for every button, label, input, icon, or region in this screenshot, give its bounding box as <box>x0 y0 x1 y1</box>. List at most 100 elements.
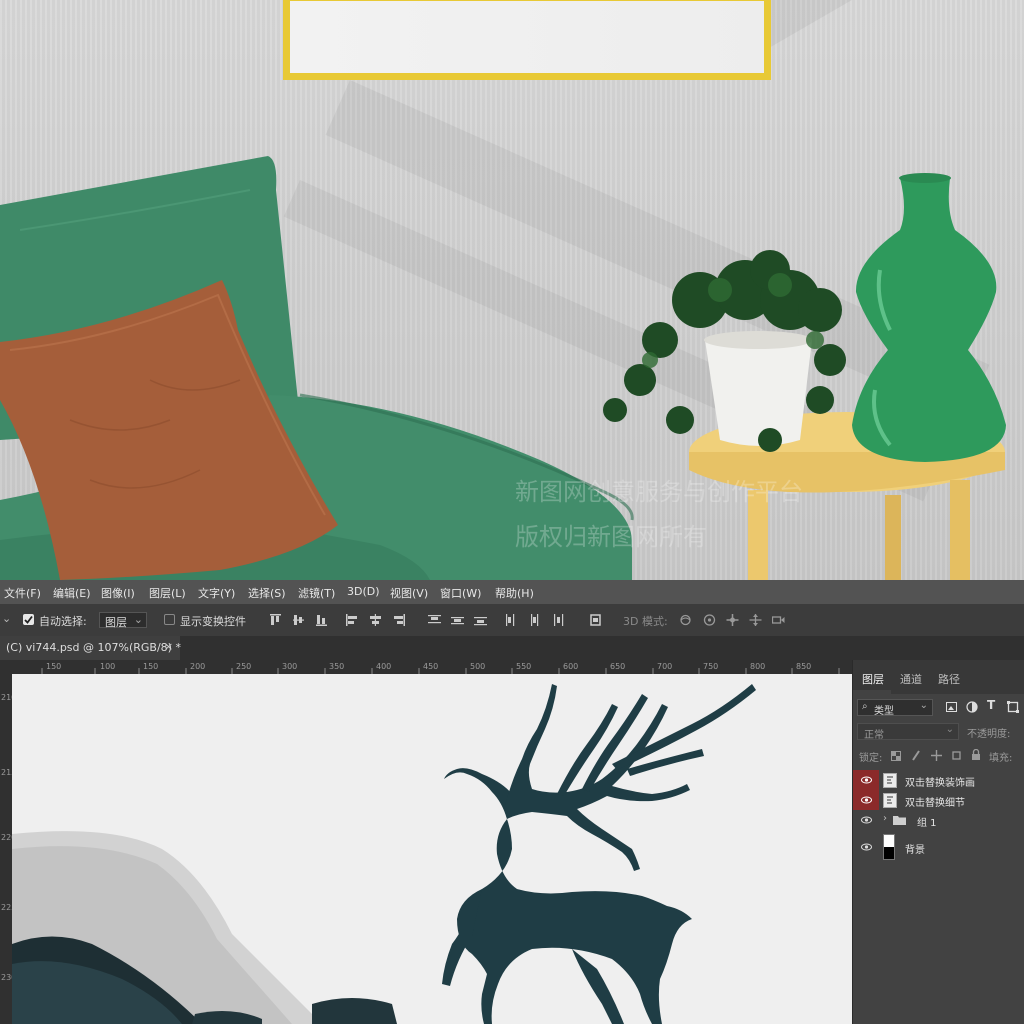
visibility-toggle[interactable] <box>853 770 879 790</box>
lock-artboard-icon[interactable] <box>951 750 962 761</box>
layer-filter-value: 类型 <box>874 706 894 717</box>
lock-position-icon[interactable] <box>931 750 942 761</box>
auto-select-target-value: 图层 <box>105 616 127 629</box>
watermark-line1: 新图网创意服务与创作平台 <box>515 478 803 506</box>
auto-align-layers-icon[interactable] <box>589 614 602 626</box>
lock-transparent-pixels-icon[interactable] <box>891 751 901 761</box>
menu-bar: 文件(F) 编辑(E) 图像(I) 图层(L) 文字(Y) 选择(S) 滤镜(T… <box>0 580 1024 604</box>
ruler-ticks <box>41 668 840 674</box>
tab-layers[interactable]: 图层 <box>862 671 884 687</box>
document-tab[interactable]: (C) vi744.psd @ 107%(RGB/8) * × <box>0 636 181 660</box>
layers-panel: 图层 通道 路径 ⌕ 类型 ⌄ T 正常 ⌄ 不透明度: 锁定: 填充: 双击替… <box>852 660 1024 1024</box>
auto-select-label: 自动选择: <box>39 615 87 628</box>
3d-orbit-icon[interactable] <box>679 614 692 626</box>
close-icon[interactable]: × <box>164 640 173 653</box>
3d-scale-icon[interactable] <box>772 614 785 626</box>
smart-object-thumbnail-icon <box>883 773 897 788</box>
auto-select-checkbox[interactable] <box>23 614 34 625</box>
align-bottom-icon[interactable] <box>315 614 328 626</box>
menu-layer[interactable]: 图层(L) <box>149 585 186 601</box>
eye-icon <box>861 776 872 784</box>
menu-help[interactable]: 帮助(H) <box>495 585 534 601</box>
3d-roll-icon[interactable] <box>703 614 716 626</box>
layer-row[interactable]: 双击替换细节 <box>853 790 1024 810</box>
layer-row[interactable]: 双击替换装饰画 <box>853 770 1024 790</box>
tab-channels[interactable]: 通道 <box>900 671 922 687</box>
eye-icon <box>861 796 872 804</box>
menu-file[interactable]: 文件(F) <box>4 585 41 601</box>
distribute-vertical-center-icon[interactable] <box>451 614 464 626</box>
opacity-label: 不透明度: <box>967 729 1011 740</box>
align-right-icon[interactable] <box>392 614 405 626</box>
fill-label: 填充: <box>989 753 1013 764</box>
layer-name: 背景 <box>905 845 925 856</box>
distribute-horizontal-center-icon[interactable] <box>528 614 541 626</box>
lock-image-pixels-icon[interactable] <box>911 750 921 761</box>
layer-name: 组 1 <box>917 818 937 829</box>
expand-chevron-icon[interactable]: › <box>883 813 887 824</box>
search-icon: ⌕ <box>862 701 868 712</box>
menu-type[interactable]: 文字(Y) <box>198 585 235 601</box>
show-transform-checkbox[interactable] <box>164 614 175 625</box>
smart-object-thumbnail-icon <box>883 793 897 808</box>
watermark-line2: 版权归新图网所有 <box>515 523 707 551</box>
layer-row[interactable]: 背景 <box>853 834 1024 860</box>
filter-type-icon[interactable]: T <box>987 698 995 712</box>
eye-icon <box>861 816 872 824</box>
layer-filter-row: ⌕ 类型 ⌄ T <box>853 698 1024 718</box>
green-vase <box>852 173 1006 462</box>
distribute-right-icon[interactable] <box>551 614 564 626</box>
auto-select-target-dropdown[interactable]: 图层 ⌄ <box>99 612 147 629</box>
distribute-top-icon[interactable] <box>428 614 441 626</box>
3d-slide-icon[interactable] <box>749 614 762 626</box>
ruler-tick-label: 2100 <box>1 693 12 702</box>
3d-mode-label: 3D 模式: <box>623 615 668 628</box>
visibility-toggle[interactable] <box>853 810 879 830</box>
eye-icon <box>861 843 872 851</box>
filter-adjustment-icon[interactable] <box>966 701 978 713</box>
artwork-preview <box>12 674 852 1024</box>
chevron-down-icon: ⌄ <box>919 700 928 711</box>
filter-shape-icon[interactable] <box>1007 701 1019 713</box>
align-left-icon[interactable] <box>346 614 359 626</box>
layer-name: 双击替换装饰画 <box>905 778 975 789</box>
show-transform-label: 显示变换控件 <box>180 615 246 628</box>
blend-mode-value: 正常 <box>864 730 884 741</box>
menu-edit[interactable]: 编辑(E) <box>53 585 91 601</box>
interior-photo: 新图网创意服务与创作平台 版权归新图网所有 <box>0 0 1024 580</box>
visibility-toggle[interactable] <box>853 834 879 860</box>
visibility-toggle[interactable] <box>853 790 879 810</box>
3d-pan-icon[interactable] <box>726 614 739 626</box>
ruler-tick-label: 2300 <box>1 973 12 982</box>
layer-name: 双击替换细节 <box>905 798 965 809</box>
lock-row: 锁定: 填充: <box>853 746 1024 766</box>
layer-filter-dropdown[interactable]: ⌕ 类型 ⌄ <box>857 699 933 717</box>
ruler-origin[interactable] <box>0 660 12 674</box>
horizontal-ruler[interactable]: 150 100 150 200 250 300 350 400 450 500 … <box>12 660 852 675</box>
menu-window[interactable]: 窗口(W) <box>440 585 481 601</box>
align-horizontal-center-icon[interactable] <box>369 614 382 626</box>
distribute-left-icon[interactable] <box>505 614 518 626</box>
menu-select[interactable]: 选择(S) <box>248 585 286 601</box>
filter-pixel-icon[interactable] <box>946 702 957 712</box>
ruler-tick-label: 2200 <box>1 833 12 842</box>
layer-row[interactable]: › 组 1 <box>853 810 1024 830</box>
ruler-tick-label: 2150 <box>1 768 12 777</box>
ruler-tick-label: 2250 <box>1 903 12 912</box>
document-canvas[interactable] <box>12 674 852 1024</box>
tool-preset-chevron-icon[interactable]: ⌄ <box>2 612 11 625</box>
menu-view[interactable]: 视图(V) <box>390 585 428 601</box>
tab-paths[interactable]: 路径 <box>938 671 960 687</box>
menu-3d[interactable]: 3D(D) <box>347 585 380 598</box>
blend-row: 正常 ⌄ 不透明度: <box>853 722 1024 742</box>
lock-label: 锁定: <box>859 753 883 764</box>
lock-all-icon[interactable] <box>971 749 981 761</box>
distribute-bottom-icon[interactable] <box>474 614 487 626</box>
active-tab-indicator <box>853 690 891 694</box>
align-top-icon[interactable] <box>269 614 282 626</box>
folder-icon <box>893 816 906 825</box>
menu-image[interactable]: 图像(I) <box>101 585 135 601</box>
menu-filter[interactable]: 滤镜(T) <box>298 585 335 601</box>
blend-mode-dropdown[interactable]: 正常 ⌄ <box>857 723 959 741</box>
align-vertical-center-icon[interactable] <box>292 614 305 626</box>
